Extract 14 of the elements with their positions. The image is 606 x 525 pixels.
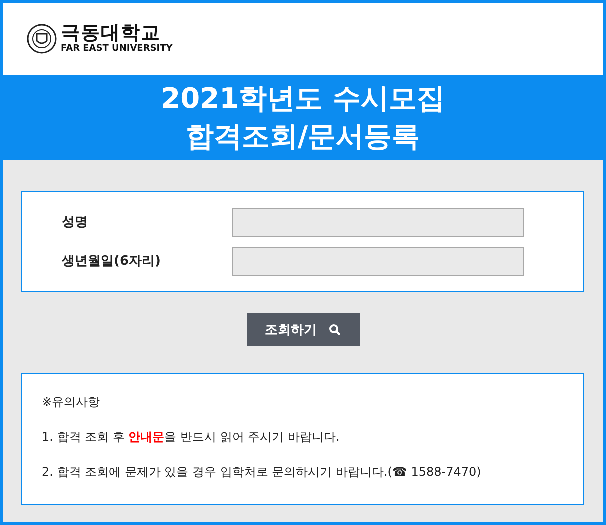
field-label: 성명: [61, 214, 89, 231]
field-label: 생년월일(6자리): [61, 253, 162, 270]
seal-icon: [27, 24, 57, 54]
input-field[interactable]: [232, 208, 524, 236]
notice-title: ※유의사항: [42, 394, 102, 411]
input-field[interactable]: [232, 246, 524, 276]
search-button[interactable]: 조회하기: [246, 313, 360, 346]
search-icon: [329, 324, 341, 336]
page-title: 2021학년도 수시모집: [161, 80, 445, 116]
page-title: 합격조회/문서등록: [186, 118, 420, 154]
logo-text: 극동대학교: [61, 23, 162, 44]
logo-subtitle: FAR EAST UNIVERSITY: [61, 44, 173, 55]
notice-text: 2. 합격 조회에 문제가 있을 경우 입학처로 문의하시기 바랍니다.(☎ 1588-7470): [42, 464, 482, 481]
notice-text: 1. 합격 조회 후 안내문을 반드시 읽어 주시기 바랍니다.: [42, 429, 341, 446]
